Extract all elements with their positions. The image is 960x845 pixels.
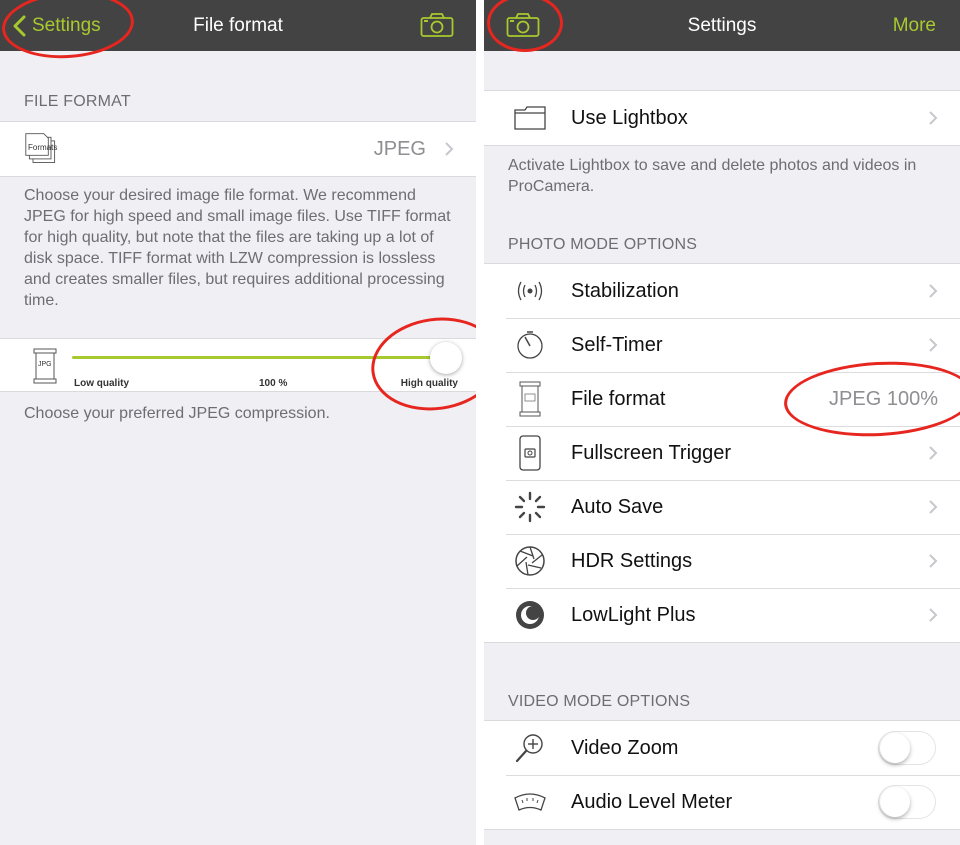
formats-icon-label: Formats <box>28 143 58 152</box>
quality-slider-row: JPG Low quality 100 % High quality <box>0 338 476 392</box>
lightbox-description: Activate Lightbox to save and delete pho… <box>508 157 917 195</box>
video-item-audio-level: Audio Level Meter <box>484 775 960 829</box>
photo-item-label: Fullscreen Trigger <box>571 441 732 464</box>
back-button[interactable]: Settings <box>12 0 101 51</box>
more-button[interactable]: More <box>893 0 936 51</box>
chevron-right-icon <box>929 608 938 622</box>
photo-item-lowlight-plus[interactable]: LowLight Plus <box>484 588 960 642</box>
audio-level-toggle[interactable] <box>878 785 936 819</box>
photo-item-label: LowLight Plus <box>571 603 696 626</box>
photo-item-label: HDR Settings <box>571 549 693 572</box>
formats-icon: Formats <box>24 131 60 167</box>
chevron-right-icon <box>929 284 938 298</box>
slider-track[interactable] <box>72 356 454 359</box>
photo-item-auto-save[interactable]: Auto Save <box>484 480 960 534</box>
folder-icon <box>512 100 548 136</box>
back-button-label: Settings <box>32 14 101 36</box>
photo-item-fullscreen-trigger[interactable]: Fullscreen Trigger <box>484 426 960 480</box>
file-format-screen: File format Settings FILE FORMAT Formats… <box>0 0 476 845</box>
spinner-icon <box>512 489 548 525</box>
settings-screen: Settings More Use Lightbox Activate Ligh… <box>484 0 960 845</box>
format-value: JPEG <box>373 137 426 160</box>
video-item-label: Audio Level Meter <box>571 790 733 813</box>
photo-item-stabilization[interactable]: Stabilization <box>484 264 960 318</box>
video-item-label: Video Zoom <box>571 736 679 759</box>
jpg-file-icon: JPG <box>30 347 60 390</box>
navigation-bar: Settings More <box>484 0 960 51</box>
photo-options-group: Stabilization Self-Timer File format JPE… <box>484 263 960 643</box>
format-row[interactable]: Formats JPEG <box>0 122 476 176</box>
photo-item-file-format[interactable]: File format JPEG 100% <box>484 372 960 426</box>
section-header-photo: PHOTO MODE OPTIONS <box>508 236 698 253</box>
chevron-right-icon <box>445 142 454 156</box>
section-header-file-format: FILE FORMAT <box>24 93 131 110</box>
photo-item-self-timer[interactable]: Self-Timer <box>484 318 960 372</box>
navigation-bar: File format Settings <box>0 0 476 51</box>
aperture-icon <box>512 543 548 579</box>
high-quality-label: High quality <box>400 378 458 389</box>
chevron-left-icon <box>13 15 26 36</box>
video-options-group: Video Zoom Audio Level Meter <box>484 720 960 830</box>
chevron-right-icon <box>929 446 938 460</box>
format-description: Choose your desired image file format. W… <box>24 187 451 309</box>
photo-item-label: Self-Timer <box>571 333 663 356</box>
low-quality-label: Low quality <box>74 378 129 389</box>
photo-item-hdr-settings[interactable]: HDR Settings <box>484 534 960 588</box>
slider-thumb[interactable] <box>430 342 462 374</box>
chevron-right-icon <box>929 500 938 514</box>
chevron-right-icon <box>929 111 938 125</box>
night-mode-icon <box>512 597 548 633</box>
video-zoom-toggle[interactable] <box>878 731 936 765</box>
jpg-icon-label: JPG <box>38 361 52 368</box>
photo-item-label: Auto Save <box>571 495 664 518</box>
format-group: Formats JPEG <box>0 121 476 177</box>
toggle-knob <box>880 733 910 763</box>
zoom-in-icon <box>512 730 548 766</box>
section-header-video: VIDEO MODE OPTIONS <box>508 693 691 710</box>
jpeg-file-icon <box>512 381 548 417</box>
photo-item-label: Stabilization <box>571 279 679 302</box>
lightbox-row[interactable]: Use Lightbox <box>484 91 960 145</box>
timer-icon <box>512 327 548 363</box>
toggle-knob <box>880 787 910 817</box>
nav-title: Settings <box>687 15 757 36</box>
lightbox-label: Use Lightbox <box>571 106 688 129</box>
chevron-right-icon <box>929 338 938 352</box>
video-item-zoom: Video Zoom <box>484 721 960 775</box>
chevron-right-icon <box>929 554 938 568</box>
lightbox-group: Use Lightbox <box>484 90 960 146</box>
camera-icon[interactable] <box>420 12 454 38</box>
screenshot-divider <box>476 0 484 845</box>
photo-item-label: File format <box>571 387 666 410</box>
quality-value-label: 100 % <box>259 378 288 389</box>
phone-camera-icon <box>512 435 548 471</box>
stabilization-icon <box>512 273 548 309</box>
level-meter-icon <box>512 784 548 820</box>
file-format-value: JPEG 100% <box>829 387 938 410</box>
camera-icon[interactable] <box>506 12 540 38</box>
compression-description: Choose your preferred JPEG compression. <box>24 405 330 422</box>
